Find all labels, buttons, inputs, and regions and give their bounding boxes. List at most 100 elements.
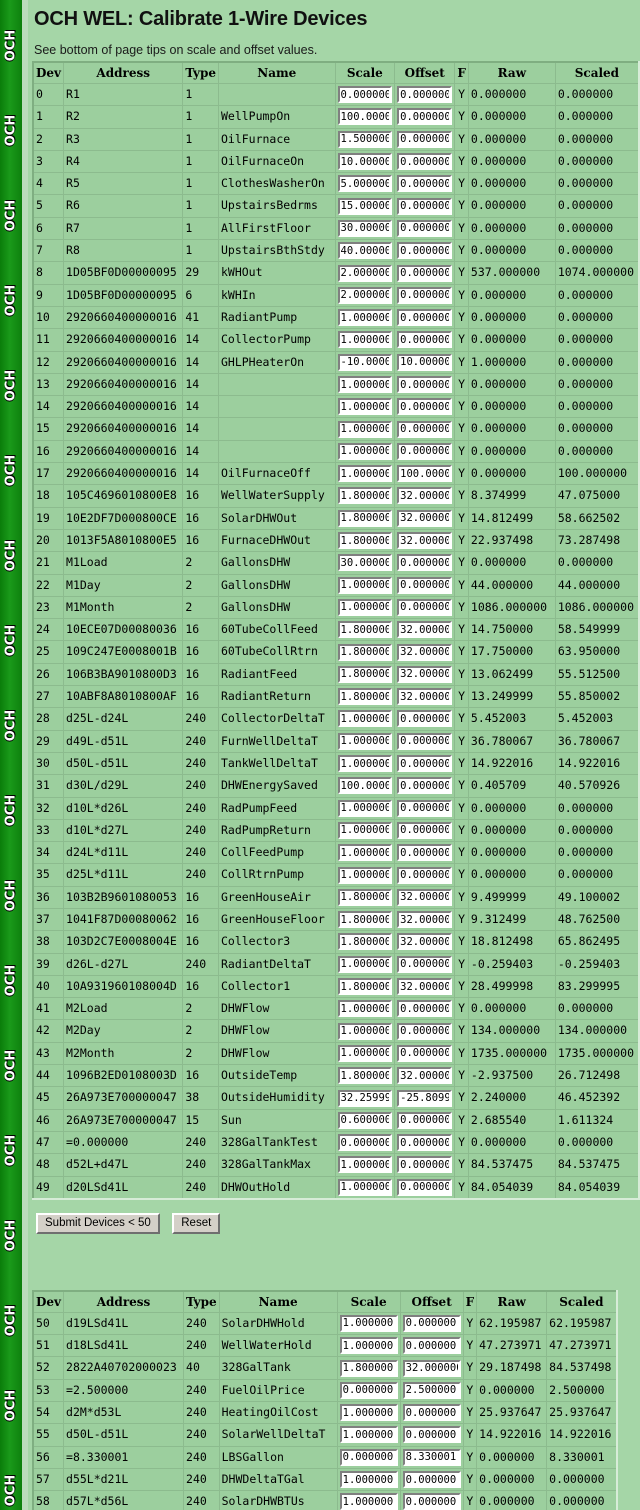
scale-input[interactable]: [339, 1448, 398, 1466]
scale-input[interactable]: [337, 554, 393, 572]
scale-input[interactable]: [337, 197, 393, 215]
scale-input[interactable]: [339, 1404, 398, 1422]
offset-input[interactable]: [397, 799, 453, 817]
offset-input[interactable]: [397, 487, 453, 505]
offset-input[interactable]: [397, 755, 453, 773]
scale-input[interactable]: [337, 309, 393, 327]
scale-input[interactable]: [339, 1493, 398, 1510]
offset-input[interactable]: [397, 420, 453, 438]
scale-input[interactable]: [337, 777, 393, 795]
offset-input[interactable]: [397, 911, 453, 929]
offset-input[interactable]: [397, 353, 453, 371]
offset-input[interactable]: [397, 509, 453, 527]
scale-input[interactable]: [339, 1314, 398, 1332]
offset-input[interactable]: [397, 732, 453, 750]
offset-input[interactable]: [397, 710, 453, 728]
offset-input[interactable]: [397, 1000, 453, 1018]
scale-input[interactable]: [337, 465, 393, 483]
scale-input[interactable]: [337, 264, 393, 282]
offset-input[interactable]: [397, 242, 453, 260]
offset-input[interactable]: [402, 1314, 461, 1332]
offset-input[interactable]: [397, 1134, 453, 1152]
offset-input[interactable]: [397, 532, 453, 550]
offset-input[interactable]: [397, 398, 453, 416]
scale-input[interactable]: [337, 598, 393, 616]
scale-input[interactable]: [337, 532, 393, 550]
offset-input[interactable]: [397, 465, 453, 483]
scale-input[interactable]: [339, 1471, 398, 1489]
offset-input[interactable]: [397, 1111, 453, 1129]
offset-input[interactable]: [397, 331, 453, 349]
scale-input[interactable]: [337, 755, 393, 773]
offset-input[interactable]: [397, 153, 453, 171]
offset-input[interactable]: [402, 1471, 461, 1489]
scale-input[interactable]: [337, 665, 393, 683]
scale-input[interactable]: [339, 1359, 398, 1377]
submit-devices-button[interactable]: Submit Devices < 50: [36, 1212, 160, 1234]
scale-input[interactable]: [337, 420, 393, 438]
scale-input[interactable]: [337, 1134, 393, 1152]
scale-input[interactable]: [337, 242, 393, 260]
offset-input[interactable]: [397, 1089, 453, 1107]
offset-input[interactable]: [397, 554, 453, 572]
offset-input[interactable]: [397, 175, 453, 193]
offset-input[interactable]: [397, 108, 453, 126]
reset-button[interactable]: Reset: [172, 1212, 221, 1234]
offset-input[interactable]: [397, 1022, 453, 1040]
scale-input[interactable]: [337, 1067, 393, 1085]
scale-input[interactable]: [337, 1156, 393, 1174]
offset-input[interactable]: [397, 777, 453, 795]
scale-input[interactable]: [337, 978, 393, 996]
scale-input[interactable]: [337, 866, 393, 884]
offset-input[interactable]: [402, 1404, 461, 1422]
offset-input[interactable]: [397, 576, 453, 594]
scale-input[interactable]: [337, 108, 393, 126]
offset-input[interactable]: [397, 955, 453, 973]
scale-input[interactable]: [337, 643, 393, 661]
scale-input[interactable]: [337, 933, 393, 951]
scale-input[interactable]: [337, 1111, 393, 1129]
scale-input[interactable]: [337, 1178, 393, 1196]
offset-input[interactable]: [397, 309, 453, 327]
offset-input[interactable]: [397, 933, 453, 951]
scale-input[interactable]: [337, 442, 393, 460]
scale-input[interactable]: [337, 130, 393, 148]
scale-input[interactable]: [337, 576, 393, 594]
scale-input[interactable]: [337, 1022, 393, 1040]
offset-input[interactable]: [397, 665, 453, 683]
offset-input[interactable]: [397, 866, 453, 884]
offset-input[interactable]: [402, 1359, 461, 1377]
offset-input[interactable]: [397, 888, 453, 906]
scale-input[interactable]: [339, 1337, 398, 1355]
offset-input[interactable]: [397, 86, 453, 104]
scale-input[interactable]: [337, 398, 393, 416]
scale-input[interactable]: [337, 688, 393, 706]
scale-input[interactable]: [337, 331, 393, 349]
offset-input[interactable]: [402, 1381, 461, 1399]
scale-input[interactable]: [337, 844, 393, 862]
offset-input[interactable]: [397, 376, 453, 393]
offset-input[interactable]: [402, 1493, 461, 1510]
scale-input[interactable]: [337, 1000, 393, 1018]
offset-input[interactable]: [397, 844, 453, 862]
offset-input[interactable]: [402, 1426, 461, 1444]
offset-input[interactable]: [397, 219, 453, 237]
scale-input[interactable]: [337, 153, 393, 171]
offset-input[interactable]: [397, 1067, 453, 1085]
scale-input[interactable]: [337, 799, 393, 817]
offset-input[interactable]: [397, 264, 453, 282]
offset-input[interactable]: [397, 1044, 453, 1062]
scale-input[interactable]: [337, 219, 393, 237]
scale-input[interactable]: [337, 621, 393, 639]
offset-input[interactable]: [397, 130, 453, 148]
scale-input[interactable]: [337, 1044, 393, 1062]
scale-input[interactable]: [337, 86, 393, 104]
offset-input[interactable]: [402, 1448, 461, 1466]
scale-input[interactable]: [339, 1381, 398, 1399]
scale-input[interactable]: [339, 1426, 398, 1444]
scale-input[interactable]: [337, 286, 393, 304]
scale-input[interactable]: [337, 955, 393, 973]
offset-input[interactable]: [397, 621, 453, 639]
scale-input[interactable]: [337, 1089, 393, 1107]
offset-input[interactable]: [397, 1156, 453, 1174]
